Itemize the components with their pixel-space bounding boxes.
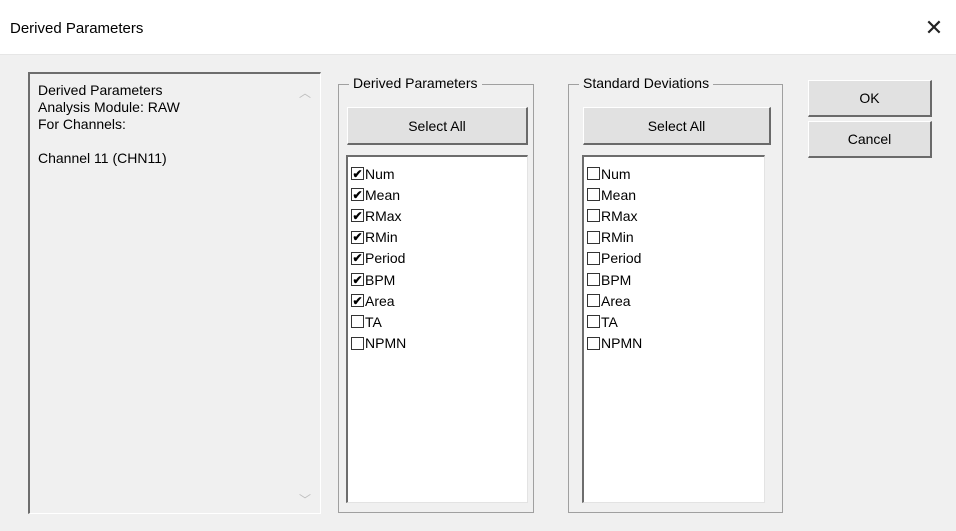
info-line: Analysis Module: RAW — [38, 99, 180, 115]
checkbox-label: NPMN — [365, 335, 407, 352]
checkbox-checked-icon[interactable]: ✔ — [351, 251, 364, 265]
checkbox-unchecked-icon[interactable] — [587, 273, 600, 287]
checkbox-label: Mean — [365, 186, 401, 203]
checkbox-item-npmn[interactable]: NPMN — [584, 333, 764, 354]
group-title: Derived Parameters — [349, 75, 482, 91]
checkbox-item-bpm[interactable]: ✔ BPM — [348, 269, 527, 290]
checkbox-checked-icon[interactable]: ✔ — [351, 167, 364, 181]
scroll-down-icon[interactable]: ﹀ — [298, 491, 312, 507]
checkbox-item-area[interactable]: ✔ Area — [348, 290, 527, 311]
checkbox-item-num[interactable]: Num — [584, 163, 764, 184]
group-title: Standard Deviations — [579, 75, 714, 91]
checkbox-label: BPM — [365, 271, 396, 288]
checkbox-checked-icon[interactable]: ✔ — [351, 188, 364, 202]
ok-button[interactable]: OK — [808, 80, 932, 117]
info-line: Channel 11 (CHN11) — [38, 150, 167, 166]
checkbox-item-mean[interactable]: Mean — [584, 184, 764, 205]
checkbox-item-ta[interactable]: TA — [584, 311, 764, 332]
derived-select-all-button[interactable]: Select All — [347, 107, 528, 145]
checkbox-label: NPMN — [601, 335, 643, 352]
checkbox-label: Num — [365, 165, 395, 182]
checkbox-label: BPM — [601, 271, 632, 288]
checkbox-item-bpm[interactable]: BPM — [584, 269, 764, 290]
cancel-button[interactable]: Cancel — [808, 121, 932, 158]
checkbox-label: Area — [365, 292, 395, 309]
info-text-box[interactable]: Derived Parameters Analysis Module: RAW … — [28, 72, 321, 514]
checkbox-unchecked-icon[interactable] — [587, 251, 600, 265]
checkbox-item-num[interactable]: ✔ Num — [348, 163, 527, 184]
checkbox-label: Period — [365, 250, 406, 267]
title-bar: Derived Parameters ✕ — [0, 0, 956, 55]
checkbox-item-rmax[interactable]: RMax — [584, 205, 764, 226]
checkbox-label: Num — [601, 165, 631, 182]
window-title: Derived Parameters — [10, 20, 144, 37]
checkbox-item-period[interactable]: ✔ Period — [348, 248, 527, 269]
checkbox-item-rmin[interactable]: RMin — [584, 227, 764, 248]
close-icon: ✕ — [924, 15, 944, 40]
checkbox-unchecked-icon[interactable] — [587, 188, 600, 202]
checkbox-checked-icon[interactable]: ✔ — [351, 273, 364, 287]
checkbox-checked-icon[interactable]: ✔ — [351, 230, 364, 244]
derived-parameters-list[interactable]: ✔ Num ✔ Mean ✔ RMax ✔ RMin ✔ Period ✔ BPM ✔ Area TA NPM… — [346, 155, 528, 503]
checkbox-item-mean[interactable]: ✔ Mean — [348, 184, 527, 205]
checkbox-label: Area — [601, 292, 631, 309]
checkbox-unchecked-icon[interactable] — [587, 209, 600, 223]
checkbox-label: Period — [601, 250, 642, 267]
checkbox-label: RMin — [601, 229, 634, 246]
checkbox-item-period[interactable]: Period — [584, 248, 764, 269]
stddev-select-all-button[interactable]: Select All — [583, 107, 771, 145]
checkbox-label: RMin — [365, 229, 398, 246]
checkbox-item-npmn[interactable]: NPMN — [348, 333, 527, 354]
derived-parameters-group: Derived Parameters Select All ✔ Num ✔ Mean ✔… — [338, 75, 534, 513]
info-line: Derived Parameters — [38, 82, 163, 98]
checkbox-label: TA — [365, 313, 382, 330]
checkbox-unchecked-icon[interactable] — [587, 315, 600, 329]
checkbox-unchecked-icon[interactable] — [587, 167, 600, 181]
scroll-up-icon[interactable]: ︿ — [298, 84, 312, 100]
checkbox-unchecked-icon[interactable] — [587, 230, 600, 244]
standard-deviations-group: Standard Deviations Select All Num Mean RM… — [568, 75, 783, 513]
checkbox-unchecked-icon[interactable] — [351, 315, 364, 329]
checkbox-item-rmax[interactable]: ✔ RMax — [348, 205, 527, 226]
checkbox-checked-icon[interactable]: ✔ — [351, 209, 364, 223]
info-line: For Channels: — [38, 116, 126, 132]
checkbox-label: Mean — [601, 186, 637, 203]
close-button[interactable]: ✕ — [912, 8, 956, 48]
checkbox-unchecked-icon[interactable] — [587, 294, 600, 308]
checkbox-checked-icon[interactable]: ✔ — [351, 294, 364, 308]
standard-deviations-list[interactable]: Num Mean RMax RMin Period BPM Area TA NPMN — [582, 155, 765, 503]
checkbox-label: TA — [601, 313, 618, 330]
checkbox-item-rmin[interactable]: ✔ RMin — [348, 227, 527, 248]
checkbox-item-ta[interactable]: TA — [348, 311, 527, 332]
checkbox-label: RMax — [601, 207, 638, 224]
checkbox-unchecked-icon[interactable] — [351, 336, 364, 350]
checkbox-label: RMax — [365, 207, 402, 224]
checkbox-unchecked-icon[interactable] — [587, 336, 600, 350]
checkbox-item-area[interactable]: Area — [584, 290, 764, 311]
